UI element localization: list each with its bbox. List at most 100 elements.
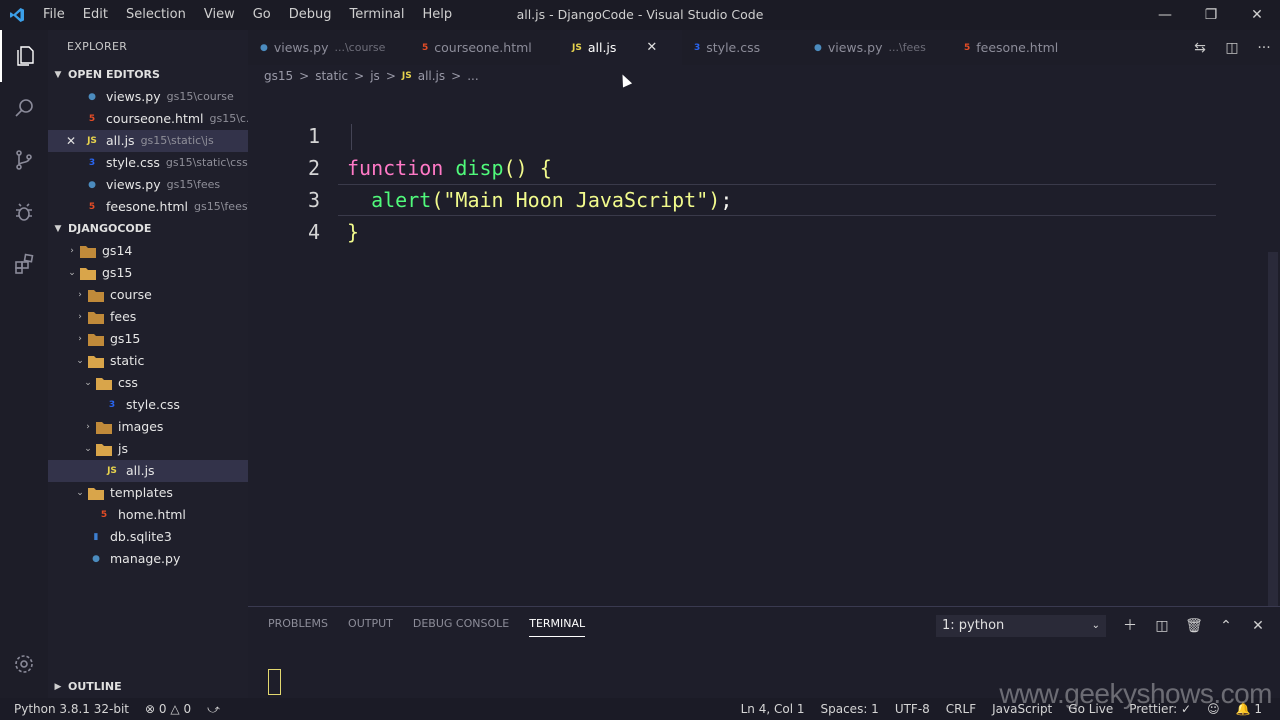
- breadcrumb-gs15[interactable]: gs15: [264, 69, 293, 83]
- outline-header[interactable]: ▶ OUTLINE: [48, 676, 248, 698]
- tree-folder[interactable]: ⌄ templates: [48, 482, 248, 504]
- python-interpreter[interactable]: Python 3.8.1 32-bit: [0, 702, 137, 716]
- indentation[interactable]: Spaces: 1: [813, 702, 887, 716]
- menu-selection[interactable]: Selection: [117, 0, 195, 30]
- chevron-right-icon: ›: [70, 246, 74, 256]
- html-file-icon: 5: [88, 114, 96, 124]
- open-editor-item[interactable]: 5 courseone.html gs15\c...: [48, 108, 248, 130]
- tab-problems[interactable]: PROBLEMS: [268, 617, 328, 637]
- cursor-position[interactable]: Ln 4, Col 1: [733, 702, 813, 716]
- debug-icon[interactable]: [0, 186, 48, 238]
- problems-status[interactable]: ⊗ 0 △ 0: [137, 702, 199, 716]
- tab-output[interactable]: OUTPUT: [348, 617, 393, 637]
- editor-tab[interactable]: 3 style.css: [682, 30, 802, 65]
- editor-actions: ⇆ ◫ ···: [1184, 30, 1280, 65]
- more-actions-icon[interactable]: ···: [1248, 40, 1280, 56]
- menu-terminal[interactable]: Terminal: [341, 0, 414, 30]
- trash-icon[interactable]: 🗑: [1178, 615, 1210, 637]
- tree-folder[interactable]: ⌄ css: [48, 372, 248, 394]
- open-changes-icon[interactable]: ⇆: [1184, 40, 1216, 56]
- tab-path: ...\fees: [888, 41, 926, 54]
- close-tab-icon[interactable]: ✕: [646, 40, 657, 55]
- js-file-icon: JS: [572, 42, 582, 53]
- open-editors-header[interactable]: ▼ OPEN EDITORS: [48, 64, 248, 86]
- restore-icon[interactable]: ❐: [1188, 0, 1234, 30]
- tree-folder[interactable]: › fees: [48, 306, 248, 328]
- chevron-right-icon: ›: [78, 290, 82, 300]
- tab-terminal[interactable]: TERMINAL: [529, 617, 586, 637]
- tree-file[interactable]: ▮ db.sqlite3: [48, 526, 248, 548]
- maximize-panel-icon[interactable]: ⌃: [1210, 615, 1242, 637]
- settings-gear-icon[interactable]: [0, 638, 48, 690]
- split-terminal-icon[interactable]: ◫: [1146, 615, 1178, 637]
- menu-view[interactable]: View: [195, 0, 244, 30]
- open-editor-item[interactable]: ✕ JS all.js gs15\static\js: [48, 130, 248, 152]
- project-header[interactable]: ▼ DJANGOCODE: [48, 218, 248, 240]
- explorer-icon[interactable]: [0, 30, 48, 82]
- close-window-icon[interactable]: ✕: [1234, 0, 1280, 30]
- tree-folder[interactable]: ⌄ static: [48, 350, 248, 372]
- code-line: 4: [248, 184, 1280, 244]
- open-editor-item[interactable]: 3 style.css gs15\static\css: [48, 152, 248, 174]
- code-line: 2 alert("Main Hoon JavaScript");: [248, 120, 1280, 212]
- tree-folder[interactable]: › gs14: [48, 240, 248, 262]
- tree-file[interactable]: 3 style.css: [48, 394, 248, 416]
- editor-tab[interactable]: ● views.py ...\course: [248, 30, 410, 65]
- title-bar: File Edit Selection View Go Debug Termin…: [0, 0, 1280, 30]
- tree-folder[interactable]: ⌄ js: [48, 438, 248, 460]
- explorer-header: EXPLORER: [67, 40, 128, 53]
- tree-file[interactable]: ● manage.py: [48, 548, 248, 570]
- tab-label: feesone.html: [976, 40, 1059, 55]
- tree-folder[interactable]: › images: [48, 416, 248, 438]
- breadcrumb-all-js[interactable]: all.js: [418, 69, 445, 83]
- editor-tab[interactable]: 5 courseone.html: [410, 30, 560, 65]
- breadcrumb-js[interactable]: js: [370, 69, 380, 83]
- file-name: courseone.html: [106, 111, 204, 126]
- tab-debug-console[interactable]: DEBUG CONSOLE: [413, 617, 509, 637]
- menu-help[interactable]: Help: [413, 0, 461, 30]
- breadcrumb-symbols[interactable]: ...: [467, 69, 478, 83]
- code-editor[interactable]: 1 function disp() { 2 alert("Main Hoon J…: [248, 86, 1280, 610]
- menu-go[interactable]: Go: [244, 0, 280, 30]
- file-path: gs15\c...: [209, 112, 249, 125]
- open-editor-item[interactable]: ● views.py gs15\course: [48, 86, 248, 108]
- minimize-icon[interactable]: —: [1142, 0, 1188, 30]
- close-icon[interactable]: ✕: [66, 130, 76, 152]
- tree-folder[interactable]: › gs15: [48, 328, 248, 350]
- line-ending[interactable]: CRLF: [938, 702, 984, 716]
- close-panel-icon[interactable]: ✕: [1242, 615, 1274, 637]
- source-control-icon[interactable]: [0, 134, 48, 186]
- menu-file[interactable]: File: [34, 0, 74, 30]
- tree-file[interactable]: JS all.js: [48, 460, 248, 482]
- breadcrumb-static[interactable]: static: [315, 69, 348, 83]
- editor-scrollbar[interactable]: [1268, 252, 1278, 610]
- tree-item-label: gs14: [102, 243, 133, 258]
- folder-icon: [80, 243, 96, 259]
- tree-file[interactable]: 5 home.html: [48, 504, 248, 526]
- git-icon[interactable]: ⤻: [199, 702, 228, 717]
- search-icon[interactable]: [0, 82, 48, 134]
- open-editor-item[interactable]: ● views.py gs15\fees: [48, 174, 248, 196]
- tab-label: views.py: [273, 40, 329, 55]
- file-path: gs15\static\css: [165, 156, 248, 169]
- open-editor-item[interactable]: 5 feesone.html gs15\fees\...: [48, 196, 248, 218]
- terminal-select[interactable]: 1: python ⌄: [936, 615, 1106, 637]
- tree-folder[interactable]: › course: [48, 284, 248, 306]
- editor-tab[interactable]: JS all.js ✕: [560, 30, 682, 65]
- split-editor-icon[interactable]: ◫: [1216, 40, 1248, 56]
- open-editors-list: ● views.py gs15\course 5 courseone.html gs15\…: [48, 86, 248, 218]
- chevron-right-icon: ›: [78, 334, 82, 344]
- menu-debug[interactable]: Debug: [280, 0, 341, 30]
- menu-edit[interactable]: Edit: [74, 0, 117, 30]
- chevron-down-icon: ⌄: [68, 268, 76, 278]
- editor-tab[interactable]: ● views.py ...\fees: [802, 30, 952, 65]
- extensions-icon[interactable]: [0, 238, 48, 290]
- tree-folder[interactable]: ⌄ gs15: [48, 262, 248, 284]
- new-terminal-icon[interactable]: ＋: [1114, 615, 1146, 637]
- editor-tab[interactable]: 5 feesone.html: [952, 30, 1082, 65]
- encoding[interactable]: UTF-8: [887, 702, 938, 716]
- watermark: www.geekyshows.com: [999, 678, 1272, 709]
- explorer-sidebar: EXPLORER ▼ OPEN EDITORS ● views.py gs15\co…: [48, 30, 248, 698]
- py-file-icon: ●: [88, 92, 96, 102]
- chevron-down-icon: ▼: [54, 224, 62, 234]
